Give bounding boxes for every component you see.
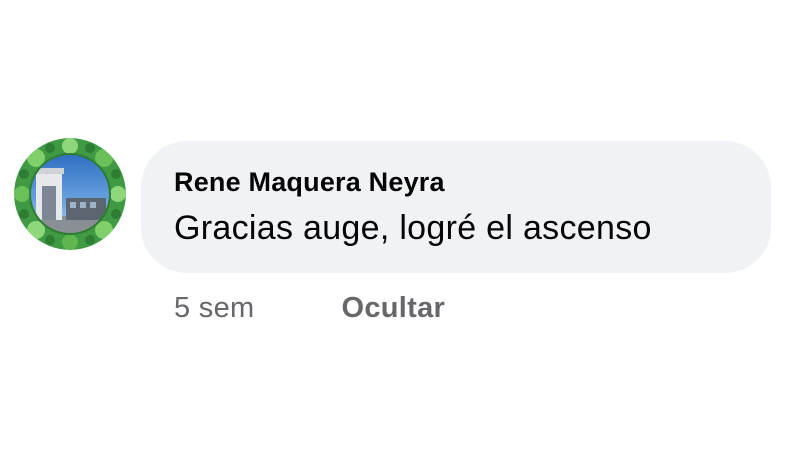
comment-timestamp[interactable]: 5 sem <box>174 292 254 325</box>
avatar[interactable] <box>14 138 126 250</box>
hide-button[interactable]: Ocultar <box>341 292 445 325</box>
profile-photo-icon <box>14 138 126 250</box>
comment-author[interactable]: Rene Maquera Neyra <box>174 165 737 199</box>
comment-text: Gracias auge, logré el ascenso <box>174 209 652 247</box>
comment-bubble: Rene Maquera Neyra Gracias auge, logré e… <box>141 141 771 273</box>
comment-actions: 5 sem Ocultar <box>174 288 445 328</box>
comment: Rene Maquera Neyra Gracias auge, logré e… <box>0 0 792 458</box>
